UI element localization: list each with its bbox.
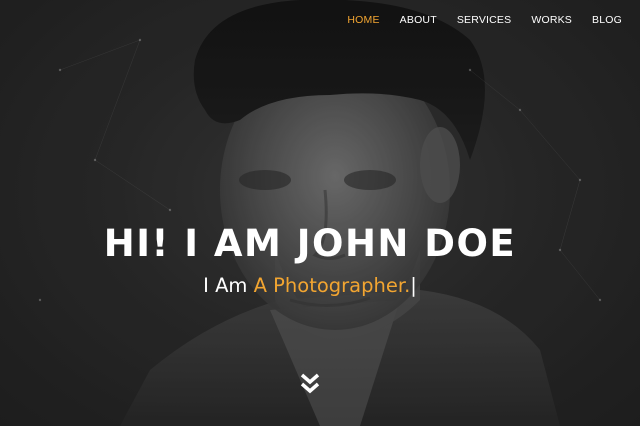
main-nav: HOME ABOUT SERVICES WORKS BLOG	[337, 14, 632, 26]
hero-headline: HI! I AM JOHN DOE	[103, 222, 517, 265]
hero-subline: I Am A Photographer.|	[0, 274, 620, 297]
portrait-background-image	[0, 0, 640, 426]
nav-home-link[interactable]: HOME	[337, 14, 389, 26]
nav-blog-link[interactable]: BLOG	[582, 14, 632, 26]
subline-role: A Photographer.	[253, 274, 411, 297]
double-chevron-down-icon[interactable]	[299, 372, 321, 396]
nav-services-link[interactable]: SERVICES	[447, 14, 522, 26]
nav-works-link[interactable]: WORKS	[521, 14, 582, 26]
hero-section: HOME ABOUT SERVICES WORKS BLOG HI! I AM …	[0, 0, 640, 426]
nav-about-link[interactable]: ABOUT	[390, 14, 447, 26]
typing-cursor: |	[410, 274, 417, 297]
subline-prefix: I Am	[203, 274, 248, 297]
